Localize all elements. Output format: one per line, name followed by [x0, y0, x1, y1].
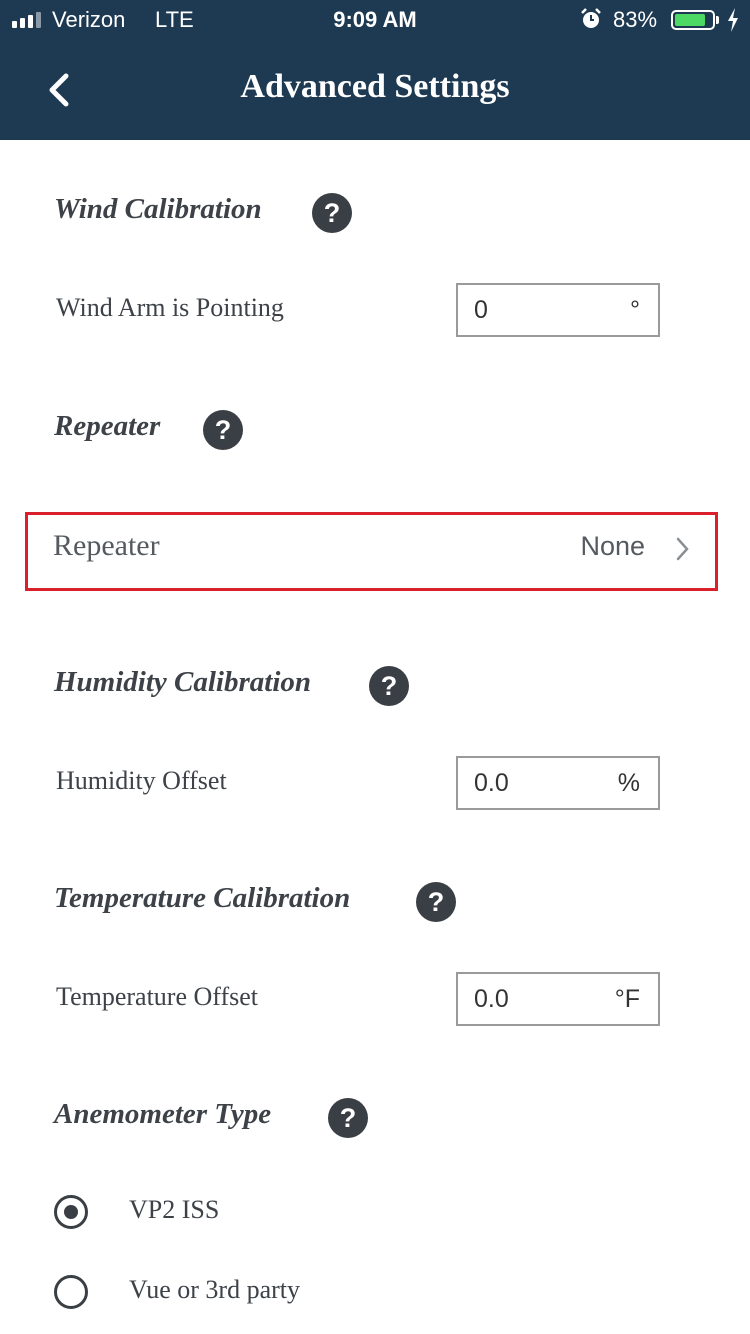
repeater-row-label: Repeater: [53, 529, 160, 562]
temperature-offset-label: Temperature Offset: [56, 982, 258, 1011]
temperature-offset-input[interactable]: [458, 974, 608, 1024]
wind-calibration-help-icon[interactable]: ?: [312, 193, 352, 233]
battery-level-fill: [675, 14, 705, 26]
radio-vp2-iss-label[interactable]: VP2 ISS: [129, 1195, 219, 1225]
wind-arm-unit: °: [630, 296, 640, 324]
repeater-value: None: [580, 531, 645, 561]
humidity-calibration-heading: Humidity Calibration: [54, 666, 312, 698]
temperature-offset-field[interactable]: °F: [456, 972, 660, 1026]
radio-vp2-iss[interactable]: [54, 1195, 88, 1229]
anemometer-type-help-icon[interactable]: ?: [328, 1098, 368, 1138]
humidity-offset-unit: %: [617, 769, 640, 797]
humidity-offset-input[interactable]: [458, 758, 608, 808]
lightning-bolt-icon: [728, 8, 738, 32]
alarm-clock-icon: [581, 8, 601, 28]
battery-cap: [716, 16, 719, 24]
repeater-heading: Repeater: [54, 410, 161, 442]
wind-arm-input[interactable]: [458, 285, 608, 335]
radio-vue-3rd-party[interactable]: [54, 1275, 88, 1309]
battery-icon: [671, 10, 715, 30]
temperature-calibration-heading: Temperature Calibration: [54, 882, 351, 914]
radio-vue-3rd-party-label[interactable]: Vue or 3rd party: [129, 1275, 300, 1305]
temperature-calibration-help-icon[interactable]: ?: [416, 882, 456, 922]
humidity-offset-field[interactable]: %: [456, 756, 660, 810]
repeater-help-icon[interactable]: ?: [203, 410, 243, 450]
repeater-row[interactable]: Repeater None: [25, 512, 718, 591]
top-bar: Verizon LTE 9:09 AM 83% Advanced Setting…: [0, 0, 750, 140]
wind-arm-label: Wind Arm is Pointing: [56, 293, 284, 322]
wind-calibration-heading: Wind Calibration: [54, 193, 262, 225]
wind-arm-field[interactable]: °: [456, 283, 660, 337]
humidity-calibration-help-icon[interactable]: ?: [369, 666, 409, 706]
anemometer-type-heading: Anemometer Type: [54, 1098, 272, 1130]
page-title: Advanced Settings: [240, 68, 510, 105]
temperature-offset-unit: °F: [614, 985, 640, 1013]
chevron-right-icon: [676, 537, 689, 561]
battery-percent: 83%: [613, 7, 658, 32]
humidity-offset-label: Humidity Offset: [56, 766, 227, 795]
status-bar: Verizon LTE 9:09 AM 83%: [0, 0, 750, 40]
